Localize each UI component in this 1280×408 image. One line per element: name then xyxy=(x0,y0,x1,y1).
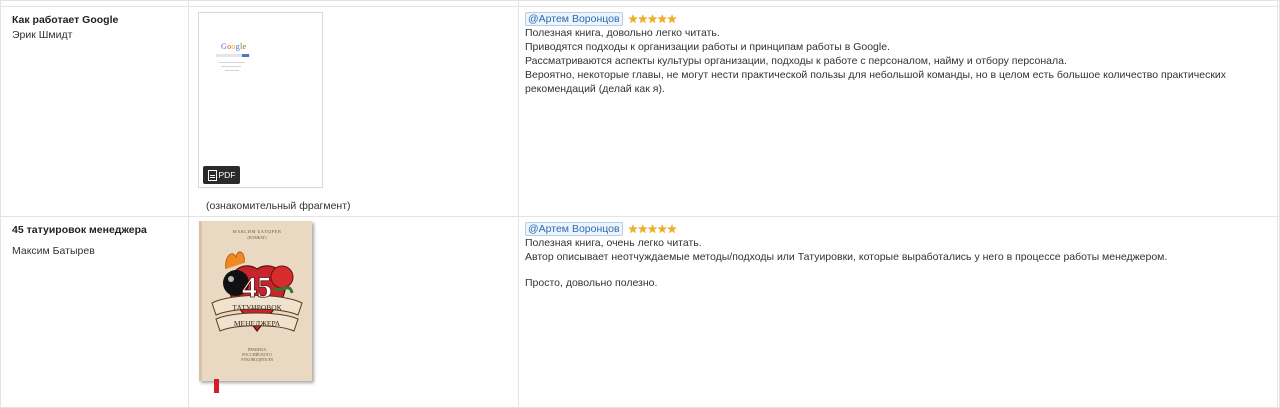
rating-stars-icon: ★★★★★ xyxy=(627,12,678,26)
cover-big-number: 45 xyxy=(242,271,272,304)
review-line: Автор описывает неотчуждаемые методы/под… xyxy=(525,251,1168,263)
table-row: Как работает Google Эрик Шмидт Google PD… xyxy=(0,6,1280,217)
book-info-cell: 45 татуировок менеджера Максим Батырев xyxy=(0,216,189,408)
tattoo-illustration: 45 ТАТУИРОВОК МЕНЕДЖЕРА xyxy=(211,251,303,332)
google-logo: Google xyxy=(221,42,247,51)
review-line: Полезная книга, довольно легко читать. xyxy=(525,27,720,39)
review-line: Полезная книга, очень легко читать. xyxy=(525,237,702,249)
cover-footer-text: ПРАВИЛА РОССИЙСКОГО РУКОВОДИТЕЛЯ xyxy=(241,347,273,362)
search-button-graphic xyxy=(242,54,249,57)
review-line: Приводятся подходы к организации работы … xyxy=(525,41,890,53)
rating-stars-icon: ★★★★★ xyxy=(627,222,678,236)
books-table: Как работает Google Эрик Шмидт Google PD… xyxy=(0,0,1280,408)
review-cell: @Артем Воронцов ★★★★★ Полезная книга, оч… xyxy=(518,216,1278,408)
book-cover-cell: Google PDF (ознакомительный фрагмент) xyxy=(188,6,519,217)
review-line: Вероятно, некоторые главы, не могут нест… xyxy=(525,69,1227,95)
book-author: Эрик Шмидт xyxy=(12,29,73,41)
bookmark-ribbon xyxy=(214,379,219,393)
reviewer-link[interactable]: @Артем Воронцов xyxy=(525,222,623,236)
preview-caption: (ознакомительный фрагмент) xyxy=(206,200,351,212)
cover-ribbon-bottom: МЕНЕДЖЕРА xyxy=(234,319,281,328)
review: @Артем Воронцов ★★★★★ Полезная книга, до… xyxy=(525,12,1277,96)
book-cover-thumbnail[interactable]: Google PDF xyxy=(198,12,323,188)
book-author: Максим Батырев xyxy=(12,245,95,257)
review: @Артем Воронцов ★★★★★ Полезная книга, оч… xyxy=(525,222,1277,290)
book-title[interactable]: Как работает Google xyxy=(12,14,188,26)
pdf-badge-label: PDF xyxy=(218,170,236,180)
review-line: Просто, довольно полезно. xyxy=(525,277,658,289)
book-title[interactable]: 45 татуировок менеджера xyxy=(12,224,188,236)
cover-author-text: МАКСИМ БАТЫРЕВ xyxy=(232,229,282,234)
review-cell: @Артем Воронцов ★★★★★ Полезная книга, до… xyxy=(518,6,1278,217)
review-line: Рассматриваются аспекты культуры организ… xyxy=(525,55,1067,67)
cover-ribbon-top: ТАТУИРОВОК xyxy=(232,303,282,312)
table-row: 45 татуировок менеджера Максим Батырев М… xyxy=(0,216,1280,408)
reviewer-link[interactable]: @Артем Воронцов xyxy=(525,12,623,26)
pdf-badge[interactable]: PDF xyxy=(203,166,240,184)
book-cover-cell: МАКСИМ БАТЫРЕВ (КОМБАТ) 45 ТАТУИРОВОК МЕ… xyxy=(188,216,519,408)
document-icon xyxy=(207,169,217,181)
book-cover-image[interactable]: МАКСИМ БАТЫРЕВ (КОМБАТ) 45 ТАТУИРОВОК МЕ… xyxy=(199,221,312,393)
book-info-cell: Как работает Google Эрик Шмидт xyxy=(0,6,189,217)
